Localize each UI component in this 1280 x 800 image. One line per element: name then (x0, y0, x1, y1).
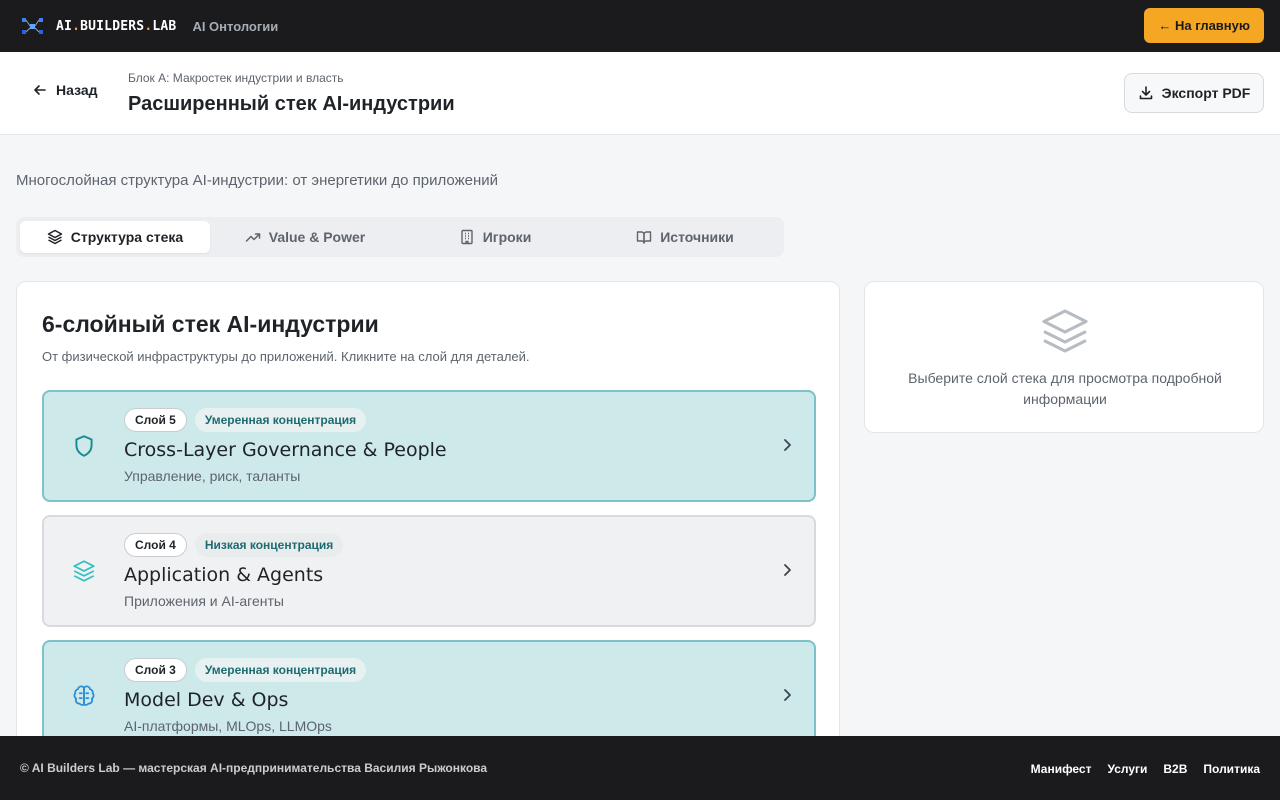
empty-state-text: Выберите слой стека для просмотра подроб… (908, 370, 1222, 407)
logo-text: AI.BUILDERS.LAB (56, 18, 177, 34)
page-header: Назад Блок А: Макростек индустрии и влас… (0, 52, 1280, 135)
layer-name: Cross-Layer Governance & People (124, 439, 447, 461)
layer-name: Model Dev & Ops (124, 689, 289, 711)
layer-card-5[interactable]: Слой 5 Умеренная концентрация Cross-Laye… (42, 390, 816, 502)
concentration-badge: Низкая концентрация (194, 533, 344, 557)
book-icon (637, 231, 652, 244)
back-button[interactable]: Назад (32, 82, 98, 98)
footer-link-b2b[interactable]: B2B (1163, 762, 1187, 776)
footer-link-services[interactable]: Услуги (1107, 762, 1147, 776)
tab-sources[interactable]: Источники (590, 221, 780, 253)
layer-card-3[interactable]: Слой 3 Умеренная концентрация Model Dev … (42, 640, 816, 750)
top-navigation-bar: AI.BUILDERS.LAB AI Онтологии ← На главну… (0, 0, 1280, 52)
layer-number-badge: Слой 4 (124, 533, 187, 557)
concentration-badge: Умеренная концентрация (194, 658, 367, 682)
footer-link-policy[interactable]: Политика (1203, 762, 1260, 776)
section-link[interactable]: AI Онтологии (192, 19, 278, 34)
layer-subtitle: AI-платформы, MLOps, LLMOps (124, 718, 332, 734)
export-pdf-button[interactable]: Экспорт PDF (1124, 73, 1264, 113)
chevron-right-icon (784, 564, 791, 576)
chevron-right-icon (784, 689, 791, 701)
concentration-badge: Умеренная концентрация (194, 408, 367, 432)
logo-icon (22, 18, 43, 34)
layer-subtitle: Управление, риск, таланты (124, 468, 301, 484)
building-icon (460, 229, 473, 245)
tab-label: Игроки (482, 229, 532, 245)
layers-icon (47, 229, 63, 245)
layer-details-panel: Выберите слой стека для просмотра подроб… (864, 281, 1264, 433)
back-label: Назад (56, 82, 98, 98)
footer: © AI Builders Lab — мастерская AI-предпр… (0, 736, 1280, 800)
stack-description: От физической инфраструктуры до приложен… (42, 349, 530, 364)
layer-name: Application & Agents (124, 564, 324, 586)
tab-value-power[interactable]: Value & Power (210, 221, 400, 253)
tab-players[interactable]: Игроки (400, 221, 590, 253)
layer-number-badge: Слой 3 (124, 658, 187, 682)
page-title: Расширенный стек AI-индустрии (128, 93, 455, 115)
tab-label: Value & Power (268, 229, 366, 245)
layer-tags: Слой 5 Умеренная концентрация (124, 408, 367, 432)
export-label: Экспорт PDF (1161, 85, 1251, 101)
arrow-left-icon (34, 85, 46, 95)
tab-bar: Структура стека Value & Power Игроки Ист… (16, 217, 784, 257)
chevron-right-icon (784, 439, 791, 451)
layer-tags: Слой 3 Умеренная концентрация (124, 658, 367, 682)
home-button[interactable]: ← На главную (1144, 8, 1264, 43)
stack-title: 6-слойный стек AI-индустрии (42, 311, 379, 337)
tab-label: Структура стека (70, 229, 184, 245)
layer-subtitle: Приложения и AI-агенты (124, 593, 284, 609)
layers-icon (1042, 309, 1088, 353)
brain-icon (73, 685, 95, 706)
stack-card: 6-слойный стек AI-индустрии От физическо… (16, 281, 840, 751)
page-subtitle: Многослойная структура AI-индустрии: от … (16, 172, 499, 189)
tab-stack-structure[interactable]: Структура стека (20, 221, 210, 253)
layer-card-4[interactable]: Слой 4 Низкая концентрация Application &… (42, 515, 816, 627)
logo[interactable]: AI.BUILDERS.LAB (20, 15, 176, 37)
breadcrumb[interactable]: Блок А: Макростек индустрии и власть (128, 71, 344, 85)
layer-number-badge: Слой 5 (124, 408, 187, 432)
layers-icon (73, 560, 95, 582)
copyright: © AI Builders Lab — мастерская AI-предпр… (20, 761, 488, 775)
download-icon (1139, 86, 1152, 100)
tab-label: Источники (660, 229, 734, 245)
layer-tags: Слой 4 Низкая концентрация (124, 533, 344, 557)
shield-icon (75, 435, 93, 457)
footer-link-manifesto[interactable]: Манифест (1031, 762, 1092, 776)
trending-up-icon (245, 233, 260, 242)
footer-links: Манифест Услуги B2B Политика (1031, 762, 1260, 776)
